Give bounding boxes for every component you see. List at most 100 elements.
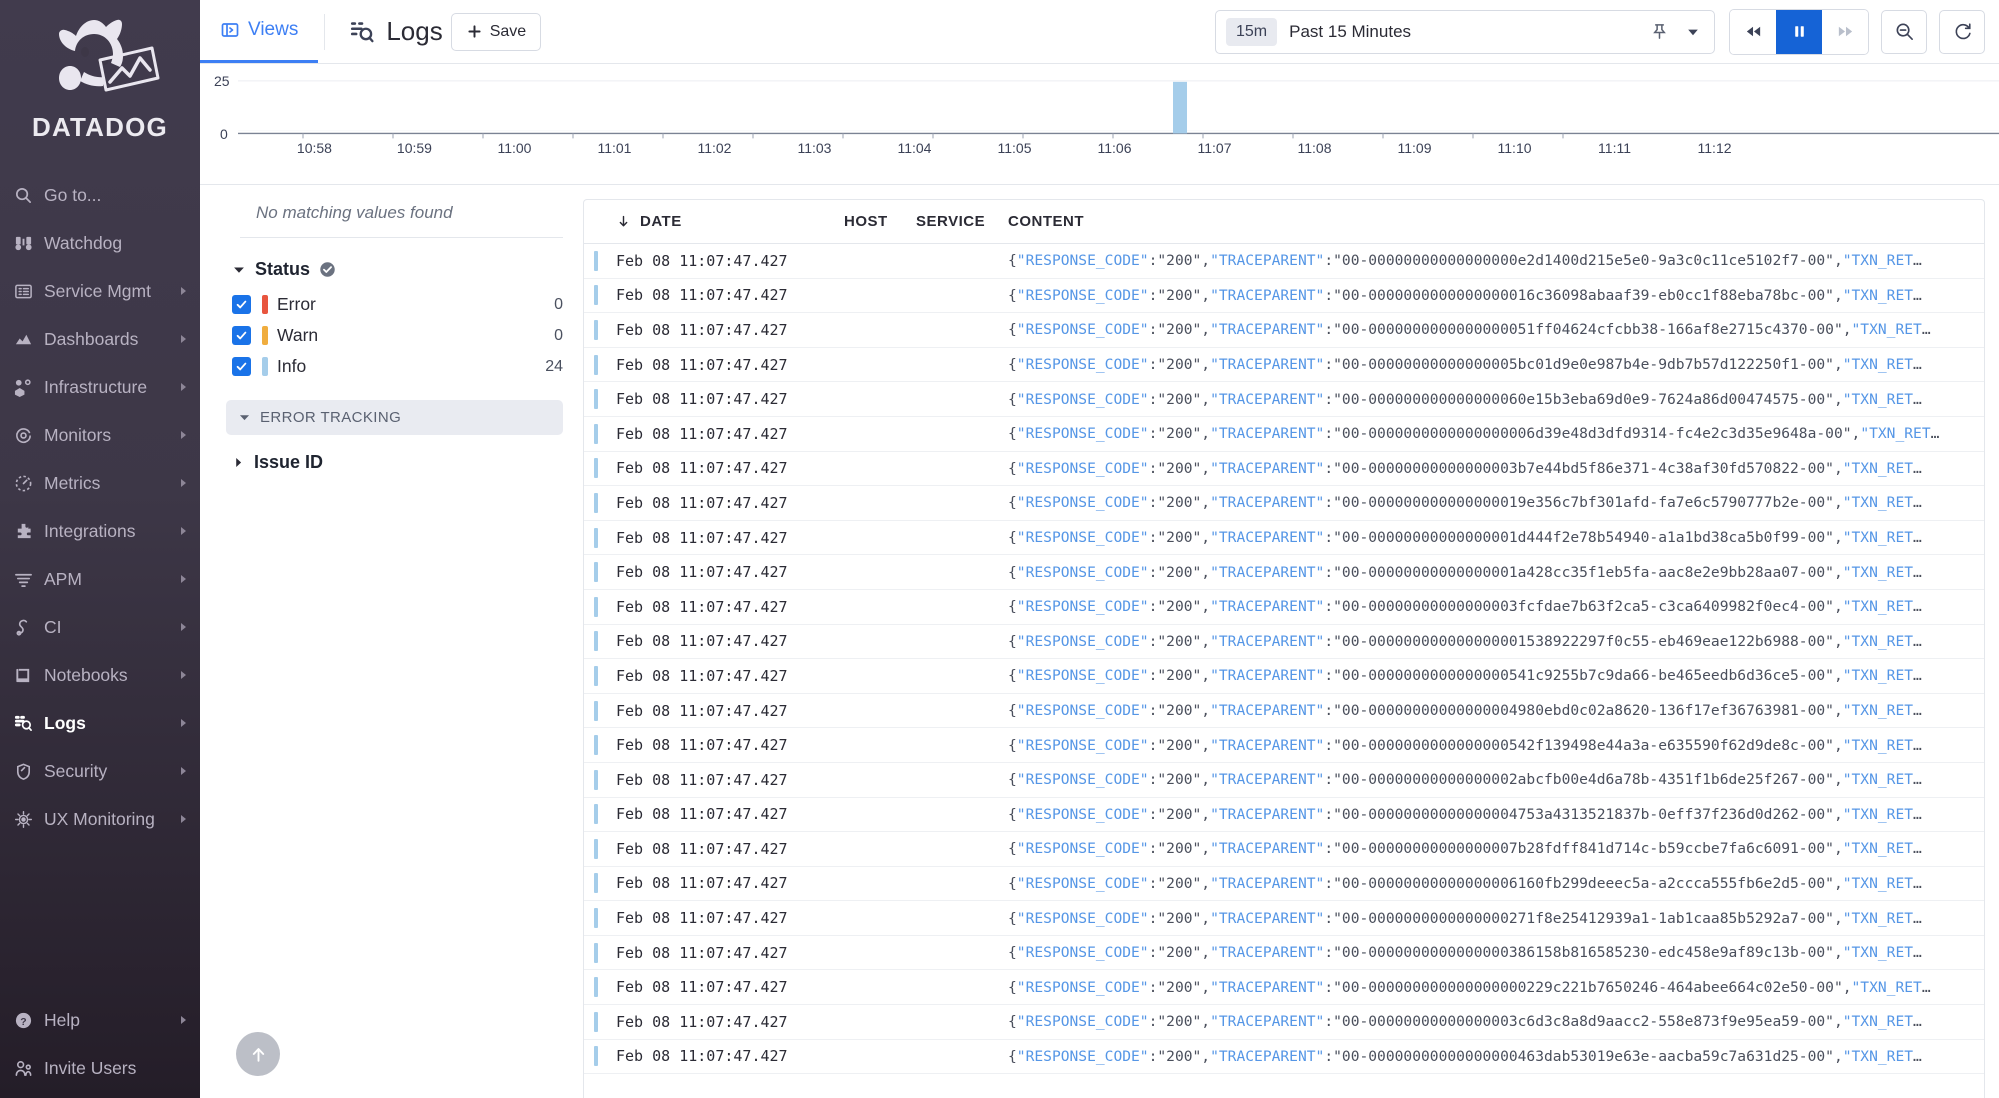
sidebar-item-go-to[interactable]: Go to... [0,171,200,219]
chevron-down-icon[interactable] [1676,24,1710,40]
checkbox-info[interactable] [232,357,251,376]
scroll-to-top-button[interactable] [236,1032,280,1076]
sidebar-item-watchdog[interactable]: Watchdog [0,219,200,267]
zoom-out-icon [1896,23,1913,40]
sidebar-item-label: Monitors [44,424,112,445]
brand-logo[interactable]: DATADOG [0,0,200,149]
facet-issue-id-header[interactable]: Issue ID [218,443,563,482]
sidebar-item-dashboards[interactable]: Dashboards [0,315,200,363]
facet-value-info[interactable]: Info 24 [218,351,563,382]
table-row[interactable]: Feb 08 11:07:47.427 {"RESPONSE_CODE":"200… [584,452,1984,487]
row-content: {"RESPONSE_CODE":"200","TRACEPARENT":"00… [1008,563,1922,581]
checkbox-error[interactable] [232,295,251,314]
facet-status-header[interactable]: Status [218,250,563,289]
facet-value-error[interactable]: Error 0 [218,289,563,320]
logs-table-header: DATE HOST SERVICE CONTENT [584,200,1984,244]
table-row[interactable]: Feb 08 11:07:47.427 {"RESPONSE_CODE":"200… [584,936,1984,971]
table-row[interactable]: Feb 08 11:07:47.427 {"RESPONSE_CODE":"200… [584,417,1984,452]
column-header-service[interactable]: SERVICE [916,213,1008,230]
checkbox-warn[interactable] [232,326,251,345]
table-row[interactable]: Feb 08 11:07:47.427 {"RESPONSE_CODE":"200… [584,590,1984,625]
table-row[interactable]: Feb 08 11:07:47.427 {"RESPONSE_CODE":"200… [584,832,1984,867]
forward-button[interactable] [1822,9,1868,54]
table-row[interactable]: Feb 08 11:07:47.427 {"RESPONSE_CODE":"200… [584,798,1984,833]
chevron-right-icon [181,719,186,727]
sidebar-item-apm[interactable]: APM [0,555,200,603]
row-content: {"RESPONSE_CODE":"200","TRACEPARENT":"00… [1008,529,1922,547]
table-row[interactable]: Feb 08 11:07:47.427 {"RESPONSE_CODE":"200… [584,901,1984,936]
main-area: Views Logs Save 15m Past 15 Minutes 25 0… [200,0,1999,1098]
column-header-content[interactable]: CONTENT [1008,213,1984,230]
check-icon [236,331,247,340]
row-content: {"RESPONSE_CODE":"200","TRACEPARENT":"00… [1008,771,1922,789]
row-date: Feb 08 11:07:47.427 [616,909,788,928]
table-row[interactable]: Feb 08 11:07:47.427 {"RESPONSE_CODE":"200… [584,279,1984,314]
sidebar-item-integrations[interactable]: Integrations [0,507,200,555]
chevron-right-icon [181,1016,186,1024]
sidebar-item-label: Invite Users [44,1057,137,1078]
sidebar-item-ci[interactable]: CI [0,603,200,651]
refresh-button[interactable] [1939,9,1985,54]
rewind-button[interactable] [1730,9,1776,54]
table-row[interactable]: Feb 08 11:07:47.427 {"RESPONSE_CODE":"200… [584,625,1984,660]
table-row[interactable]: Feb 08 11:07:47.427 {"RESPONSE_CODE":"200… [584,728,1984,763]
table-row[interactable]: Feb 08 11:07:47.427 {"RESPONSE_CODE":"200… [584,348,1984,383]
facet-group-error-tracking[interactable]: ERROR TRACKING [226,400,563,435]
facet-value-warn[interactable]: Warn 0 [218,320,563,351]
table-row[interactable]: Feb 08 11:07:47.427 {"RESPONSE_CODE":"200… [584,1040,1984,1075]
table-row[interactable]: Feb 08 11:07:47.427 {"RESPONSE_CODE":"200… [584,555,1984,590]
row-date: Feb 08 11:07:47.427 [616,251,788,270]
sidebar-item-invite-users[interactable]: Invite Users [0,1044,200,1092]
pin-icon[interactable] [1642,22,1676,41]
table-row[interactable]: Feb 08 11:07:47.427 {"RESPONSE_CODE":"200… [584,1005,1984,1040]
top-toolbar: Views Logs Save 15m Past 15 Minutes [200,0,1999,64]
row-content: {"RESPONSE_CODE":"200","TRACEPARENT":"00… [1008,390,1922,408]
sidebar-item-infrastructure[interactable]: Infrastructure [0,363,200,411]
row-content: {"RESPONSE_CODE":"200","TRACEPARENT":"00… [1008,909,1922,927]
row-date: Feb 08 11:07:47.427 [616,563,788,582]
table-row[interactable]: Feb 08 11:07:47.427 {"RESPONSE_CODE":"200… [584,521,1984,556]
zoom-out-button[interactable] [1881,9,1927,54]
table-row[interactable]: Feb 08 11:07:47.427 {"RESPONSE_CODE":"200… [584,244,1984,279]
table-row[interactable]: Feb 08 11:07:47.427 {"RESPONSE_CODE":"200… [584,659,1984,694]
column-header-host[interactable]: HOST [844,213,916,230]
check-circle-icon [320,262,335,277]
facet-value-label: Info [277,356,307,376]
sidebar-item-help[interactable]: ? Help [0,996,200,1044]
arrow-up-icon [252,1047,264,1062]
sidebar-item-label: UX Monitoring [44,808,155,829]
row-content: {"RESPONSE_CODE":"200","TRACEPARENT":"00… [1008,356,1922,374]
table-row[interactable]: Feb 08 11:07:47.427 {"RESPONSE_CODE":"200… [584,486,1984,521]
notebook-icon [14,666,44,685]
pause-button[interactable] [1776,9,1822,54]
row-date: Feb 08 11:07:47.427 [616,493,788,512]
table-row[interactable]: Feb 08 11:07:47.427 {"RESPONSE_CODE":"200… [584,313,1984,348]
table-row[interactable]: Feb 08 11:07:47.427 {"RESPONSE_CODE":"200… [584,694,1984,729]
row-date: Feb 08 11:07:47.427 [616,666,788,685]
row-content: {"RESPONSE_CODE":"200","TRACEPARENT":"00… [1008,667,1922,685]
tab-views[interactable]: Views [200,0,319,63]
sidebar-bottom-nav: ? Help Invite Users [0,996,200,1092]
sidebar-item-logs[interactable]: Logs [0,699,200,747]
sidebar-item-ux-monitoring[interactable]: UX Monitoring [0,795,200,843]
column-header-date[interactable]: DATE [584,213,844,230]
table-row[interactable]: Feb 08 11:07:47.427 {"RESPONSE_CODE":"200… [584,382,1984,417]
save-button-label: Save [489,22,527,40]
time-range-picker[interactable]: 15m Past 15 Minutes [1215,9,1715,54]
playback-controls [1729,8,1869,55]
table-row[interactable]: Feb 08 11:07:47.427 {"RESPONSE_CODE":"200… [584,970,1984,1006]
filter-lines-icon [14,570,44,589]
sidebar-item-monitors[interactable]: Monitors [0,411,200,459]
logs-timeline-chart[interactable]: 25 0 10:58 10:59 11:00 11:01 11:02 11:03 11:04… [200,64,1999,185]
save-button[interactable]: Save [450,12,542,51]
sidebar-item-metrics[interactable]: Metrics [0,459,200,507]
row-date: Feb 08 11:07:47.427 [616,320,788,339]
table-row[interactable]: Feb 08 11:07:47.427 {"RESPONSE_CODE":"200… [584,867,1984,902]
sidebar-item-security[interactable]: Security [0,747,200,795]
sidebar-item-service-mgmt[interactable]: Service Mgmt [0,267,200,315]
table-row[interactable]: Feb 08 11:07:47.427 {"RESPONSE_CODE":"200… [584,763,1984,798]
sidebar-item-notebooks[interactable]: Notebooks [0,651,200,699]
row-date: Feb 08 11:07:47.427 [616,978,788,997]
row-date: Feb 08 11:07:47.427 [616,770,788,789]
row-content: {"RESPONSE_CODE":"200","TRACEPARENT":"00… [1008,632,1922,650]
